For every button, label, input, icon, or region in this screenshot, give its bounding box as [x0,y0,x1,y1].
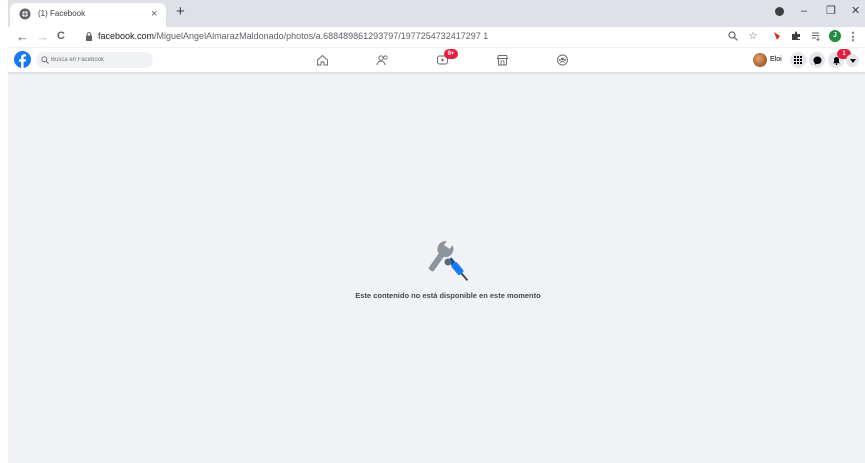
minimize-button[interactable]: – [801,4,807,18]
zoom-icon[interactable] [726,29,740,43]
back-button[interactable]: ← [16,28,29,45]
globe-icon [19,8,31,20]
screen-edge [0,0,8,463]
chrome-menu-icon[interactable]: ⋮ [846,29,860,43]
address-bar[interactable]: facebook.com/MiguelAngelAlmarazMaldonado… [80,29,720,45]
tab-strip: (1) Facebook × + – ❐ ✕ [8,0,865,27]
new-tab-button[interactable]: + [176,3,185,21]
menu-grid-icon[interactable] [790,52,806,68]
maximize-button[interactable]: ❐ [826,4,836,18]
forward-button[interactable]: → [36,28,49,45]
tab-facebook[interactable]: (1) Facebook × [10,3,166,27]
chrome-profile-avatar[interactable]: J [828,29,842,43]
nav-groups-icon[interactable] [554,52,570,68]
browser-toolbar: ← → C facebook.com/MiguelAngelAlmarazMal… [8,27,865,47]
browser-window: (1) Facebook × + – ❐ ✕ ← → C facebook.co… [8,0,865,463]
tab-title: (1) Facebook [38,9,86,18]
facebook-header: 9+ Eloi 1 [8,48,865,73]
extension-red-icon[interactable] [770,29,784,43]
profile-initial: J [829,30,841,42]
chrome-account-icon[interactable] [775,7,784,16]
search-icon [41,56,49,64]
notifications-bell-icon[interactable]: 1 [828,49,851,68]
facebook-logo-icon[interactable] [14,51,31,68]
messenger-icon[interactable] [809,52,825,68]
close-window-button[interactable]: ✕ [851,4,860,18]
avatar [753,53,767,67]
reload-button[interactable]: C [57,28,65,45]
url-host: facebook.com [98,31,155,41]
profile-name: Eloi [770,56,782,63]
url-text: facebook.com/MiguelAngelAlmarazMaldonado… [98,31,488,41]
bookmark-star-icon[interactable]: ☆ [746,29,760,43]
nav-home-icon[interactable] [314,52,330,68]
nav-marketplace-icon[interactable] [494,52,510,68]
lock-icon [86,32,92,41]
tab-close-button[interactable]: × [151,7,157,21]
profile-chip[interactable]: Eloi [753,53,787,67]
nav-friends-icon[interactable] [374,52,390,68]
watch-badge: 9+ [444,49,458,59]
unavailable-text: Este contenido no está disponible en est… [355,291,541,300]
facebook-search[interactable] [36,52,153,68]
reading-list-icon[interactable] [809,29,823,43]
account-caret-icon[interactable] [846,54,859,67]
content-unavailable-message: Este contenido no está disponible en est… [208,238,688,300]
search-input[interactable] [51,52,149,68]
broken-tools-icon [428,240,469,282]
nav-watch-icon[interactable]: 9+ [434,49,458,68]
extensions-puzzle-icon[interactable] [789,29,803,43]
url-path: /MiguelAngelAlmarazMaldonado/photos/a.68… [154,31,489,41]
